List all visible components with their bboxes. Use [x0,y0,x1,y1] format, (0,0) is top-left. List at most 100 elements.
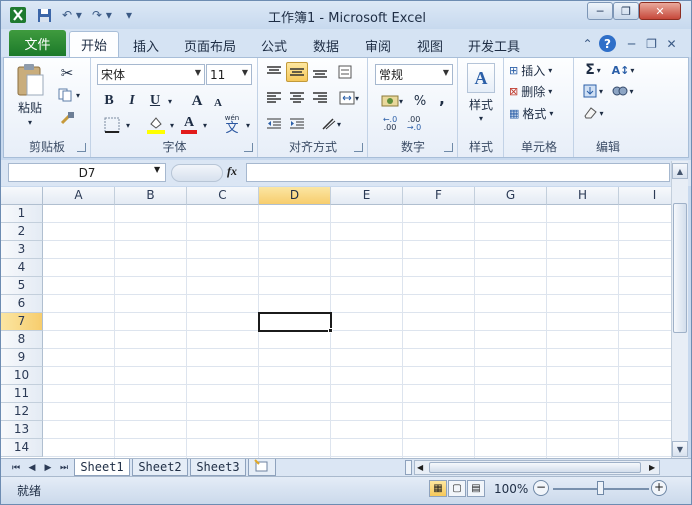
tab-insert[interactable]: 插入 [125,33,167,57]
column-header-a[interactable]: A [43,187,115,205]
zoom-out-icon[interactable]: − [533,480,549,496]
scroll-up-icon[interactable]: ▲ [672,163,688,179]
sort-filter-icon[interactable]: A↕ ▾ [609,61,637,79]
column-header-c[interactable]: C [187,187,259,205]
row-header-10[interactable]: 10 [1,367,43,385]
restore-button[interactable]: ❐ [613,2,639,20]
row-header-9[interactable]: 9 [1,349,43,367]
increase-decimal-button[interactable]: ←.0.00 [377,114,403,134]
decrease-decimal-button[interactable]: .00 →.0 [401,114,427,134]
font-launcher-icon[interactable] [244,143,253,152]
scroll-down-icon[interactable]: ▼ [672,441,688,457]
next-sheet-icon[interactable]: ▶ [41,460,55,475]
tab-view[interactable]: 视图 [409,33,451,57]
worksheet-grid[interactable]: ABCDEFGHI 1 2 3 4 5 6 7 8 9 10 11 12 13 14 [1,187,671,458]
row-header-2[interactable]: 2 [1,223,43,241]
minimize-button[interactable]: ─ [587,2,613,20]
phonetic-dropdown-icon[interactable]: ▾ [243,118,253,132]
sheet-tab-3[interactable]: Sheet3 [190,459,246,476]
fill-icon[interactable]: ▾ [579,82,607,100]
tab-review[interactable]: 审阅 [357,33,399,57]
autosum-button[interactable]: Σ ▾ [579,61,607,79]
help-icon[interactable]: ? [599,35,616,52]
paste-button[interactable]: 粘贴 [10,99,50,115]
cut-icon[interactable]: ✂ [56,64,78,82]
font-size-combo[interactable]: 11 ▼ [206,64,252,85]
row-header-14[interactable]: 14 [1,439,43,457]
fill-color-dropdown-icon[interactable]: ▾ [167,118,177,132]
zoom-in-icon[interactable]: + [651,480,667,496]
styles-dropdown-icon[interactable]: ▾ [475,112,487,124]
merge-center-icon[interactable]: ▾ [335,88,363,108]
zoom-slider-thumb[interactable] [597,481,604,495]
fill-handle[interactable] [328,328,333,333]
doc-minimize-icon[interactable]: ─ [623,35,640,52]
prev-sheet-icon[interactable]: ◀ [25,460,39,475]
name-box-dropdown-icon[interactable]: ▼ [154,165,160,174]
font-color-dropdown-icon[interactable]: ▾ [200,118,210,132]
column-header-e[interactable]: E [331,187,403,205]
row-header-7[interactable]: 7 [1,313,43,331]
italic-button[interactable]: I [123,92,141,110]
tab-formulas[interactable]: 公式 [253,33,295,57]
align-top-icon[interactable] [263,62,285,82]
doc-close-icon[interactable]: ✕ [663,35,680,52]
tab-home[interactable]: 开始 [69,31,119,57]
underline-button[interactable]: U [146,92,164,110]
vertical-scroll-thumb[interactable] [673,203,687,333]
close-button[interactable]: ✕ [639,2,681,20]
column-header-i[interactable]: I [619,187,671,205]
row-header-13[interactable]: 13 [1,421,43,439]
delete-cells-button[interactable]: ⊠ 删除 ▾ [509,82,571,100]
format-painter-icon[interactable] [56,109,78,127]
select-all-corner[interactable] [1,187,43,205]
insert-function-button[interactable]: fx [227,164,237,179]
increase-indent-icon[interactable] [286,114,308,134]
column-header-g[interactable]: G [475,187,547,205]
format-cells-button[interactable]: ▦ 格式 ▾ [509,104,571,122]
column-header-h[interactable]: H [547,187,619,205]
paste-dropdown-icon[interactable]: ▾ [16,116,44,128]
last-sheet-icon[interactable]: ⏭ [57,460,71,475]
align-left-icon[interactable] [263,88,285,108]
sheet-tab-1[interactable]: Sheet1 [74,459,130,476]
clipboard-launcher-icon[interactable] [77,143,86,152]
comma-button[interactable]: , [433,90,451,108]
find-select-icon[interactable]: ▾ [609,82,637,100]
row-header-1[interactable]: 1 [1,205,43,223]
decrease-indent-icon[interactable] [263,114,285,134]
first-sheet-icon[interactable]: ⏮ [9,460,23,475]
phonetic-icon[interactable]: wén 文 [220,114,244,136]
insert-cells-button[interactable]: ⊞ 插入 ▾ [509,61,571,79]
styles-button[interactable]: 样式 [463,96,499,112]
font-color-icon[interactable]: A [178,114,200,136]
normal-view-icon[interactable]: ▦ [429,480,447,497]
ribbon-collapse-icon[interactable]: ⌃ [579,35,596,52]
column-header-b[interactable]: B [115,187,187,205]
insert-sheet-icon[interactable] [248,459,276,476]
paste-icon[interactable] [12,62,48,98]
align-center-icon[interactable] [286,88,308,108]
row-header-4[interactable]: 4 [1,259,43,277]
styles-icon[interactable]: A [467,63,495,93]
tab-page-layout[interactable]: 页面布局 [177,33,243,57]
name-box[interactable]: D7 [8,163,166,182]
orientation-icon[interactable] [335,62,357,82]
row-header-12[interactable]: 12 [1,403,43,421]
page-break-view-icon[interactable]: ▤ [467,480,485,497]
wrap-text-icon[interactable]: ▾ [317,114,345,134]
horizontal-scroll-thumb[interactable] [429,462,641,473]
active-cell[interactable] [258,312,332,332]
column-header-f[interactable]: F [403,187,475,205]
align-bottom-icon[interactable] [309,62,331,82]
border-icon[interactable] [100,116,124,134]
sheet-tab-2[interactable]: Sheet2 [132,459,188,476]
fill-color-icon[interactable] [144,114,168,136]
copy-icon[interactable]: ▾ [54,86,84,104]
row-header-8[interactable]: 8 [1,331,43,349]
formula-input[interactable] [246,163,670,182]
shrink-font-button[interactable]: A [210,94,226,112]
page-layout-view-icon[interactable]: ▢ [448,480,466,497]
alignment-launcher-icon[interactable] [354,143,363,152]
tab-developer[interactable]: 开发工具 [461,33,527,57]
